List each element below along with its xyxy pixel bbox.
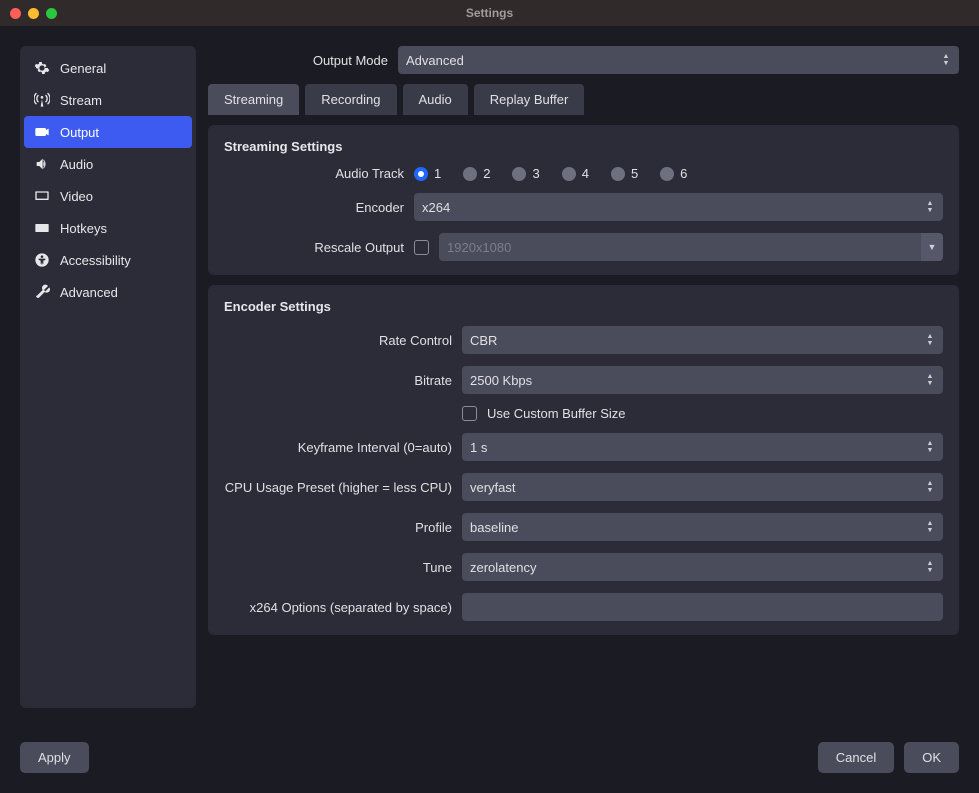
- gear-icon: [34, 60, 50, 76]
- keyframe-interval-spinbox[interactable]: 1 s ▲▼: [462, 433, 943, 461]
- cpu-preset-label: CPU Usage Preset (higher = less CPU): [224, 480, 452, 495]
- sidebar-label: Hotkeys: [60, 221, 107, 236]
- stepper-arrows-icon: ▲▼: [937, 46, 955, 74]
- speaker-icon: [34, 156, 50, 172]
- tools-icon: [34, 284, 50, 300]
- output-mode-select[interactable]: Advanced ▲▼: [398, 46, 959, 74]
- encoder-settings-panel: Encoder Settings Rate Control CBR ▲▼ Bit…: [208, 285, 959, 635]
- tune-select[interactable]: zerolatency ▲▼: [462, 553, 943, 581]
- keyframe-interval-label: Keyframe Interval (0=auto): [224, 440, 452, 455]
- maximize-window-button[interactable]: [46, 8, 57, 19]
- streaming-settings-panel: Streaming Settings Audio Track 1 2 3 4 5…: [208, 125, 959, 275]
- dialog-footer: Apply Cancel OK: [0, 728, 979, 793]
- cpu-preset-select[interactable]: veryfast ▲▼: [462, 473, 943, 501]
- accessibility-icon: [34, 252, 50, 268]
- minimize-window-button[interactable]: [28, 8, 39, 19]
- audio-track-radio-4[interactable]: 4: [562, 166, 589, 181]
- sidebar-item-advanced[interactable]: Advanced: [20, 276, 196, 308]
- window-title: Settings: [0, 6, 979, 20]
- sidebar-label: Accessibility: [60, 253, 131, 268]
- settings-sidebar: General Stream Output Audio Video Hotkey…: [20, 46, 196, 708]
- sidebar-item-output[interactable]: Output: [24, 116, 192, 148]
- stepper-arrows-icon: ▲▼: [921, 366, 939, 394]
- stepper-arrows-icon: ▲▼: [921, 433, 939, 461]
- encoder-select[interactable]: x264 ▲▼: [414, 193, 943, 221]
- rescale-output-label: Rescale Output: [224, 240, 404, 255]
- settings-main: Output Mode Advanced ▲▼ Streaming Record…: [208, 46, 959, 708]
- audio-track-radio-6[interactable]: 6: [660, 166, 687, 181]
- sidebar-label: Audio: [60, 157, 93, 172]
- sidebar-item-accessibility[interactable]: Accessibility: [20, 244, 196, 276]
- stepper-arrows-icon: ▲▼: [921, 193, 939, 221]
- apply-button[interactable]: Apply: [20, 742, 89, 773]
- sidebar-item-audio[interactable]: Audio: [20, 148, 196, 180]
- audio-track-radio-1[interactable]: 1: [414, 166, 441, 181]
- ok-button[interactable]: OK: [904, 742, 959, 773]
- tab-replay-buffer[interactable]: Replay Buffer: [474, 84, 585, 115]
- sidebar-label: General: [60, 61, 106, 76]
- stepper-arrows-icon: ▲▼: [921, 513, 939, 541]
- rate-control-select[interactable]: CBR ▲▼: [462, 326, 943, 354]
- bitrate-spinbox[interactable]: 2500 Kbps ▲▼: [462, 366, 943, 394]
- tab-recording[interactable]: Recording: [305, 84, 396, 115]
- audio-track-radio-5[interactable]: 5: [611, 166, 638, 181]
- sidebar-label: Output: [60, 125, 99, 140]
- cancel-button[interactable]: Cancel: [818, 742, 894, 773]
- rescale-output-checkbox[interactable]: [414, 240, 429, 255]
- custom-buffer-label: Use Custom Buffer Size: [487, 406, 625, 421]
- rescale-output-dropdown[interactable]: ▼: [921, 233, 943, 261]
- sidebar-label: Video: [60, 189, 93, 204]
- rate-control-label: Rate Control: [224, 333, 452, 348]
- stepper-arrows-icon: ▲▼: [921, 473, 939, 501]
- tab-audio[interactable]: Audio: [403, 84, 468, 115]
- bitrate-label: Bitrate: [224, 373, 452, 388]
- stepper-arrows-icon: ▲▼: [921, 553, 939, 581]
- sidebar-item-hotkeys[interactable]: Hotkeys: [20, 212, 196, 244]
- streaming-settings-heading: Streaming Settings: [224, 139, 943, 154]
- sidebar-item-general[interactable]: General: [20, 52, 196, 84]
- output-mode-label: Output Mode: [208, 53, 388, 68]
- sidebar-item-stream[interactable]: Stream: [20, 84, 196, 116]
- tab-streaming[interactable]: Streaming: [208, 84, 299, 115]
- profile-select[interactable]: baseline ▲▼: [462, 513, 943, 541]
- x264-options-input[interactable]: [462, 593, 943, 621]
- audio-track-radio-2[interactable]: 2: [463, 166, 490, 181]
- audio-track-label: Audio Track: [224, 166, 404, 181]
- custom-buffer-checkbox[interactable]: [462, 406, 477, 421]
- antenna-icon: [34, 92, 50, 108]
- profile-label: Profile: [224, 520, 452, 535]
- output-tabs: Streaming Recording Audio Replay Buffer: [208, 84, 959, 115]
- output-icon: [34, 124, 50, 140]
- encoder-label: Encoder: [224, 200, 404, 215]
- audio-track-radio-3[interactable]: 3: [512, 166, 539, 181]
- x264-options-label: x264 Options (separated by space): [224, 600, 452, 615]
- encoder-settings-heading: Encoder Settings: [224, 299, 943, 314]
- sidebar-item-video[interactable]: Video: [20, 180, 196, 212]
- keyboard-icon: [34, 220, 50, 236]
- stepper-arrows-icon: ▲▼: [921, 326, 939, 354]
- tune-label: Tune: [224, 560, 452, 575]
- sidebar-label: Advanced: [60, 285, 118, 300]
- rescale-output-field[interactable]: 1920x1080: [439, 233, 921, 261]
- output-mode-value: Advanced: [406, 53, 464, 68]
- sidebar-label: Stream: [60, 93, 102, 108]
- monitor-icon: [34, 188, 50, 204]
- titlebar: Settings: [0, 0, 979, 26]
- close-window-button[interactable]: [10, 8, 21, 19]
